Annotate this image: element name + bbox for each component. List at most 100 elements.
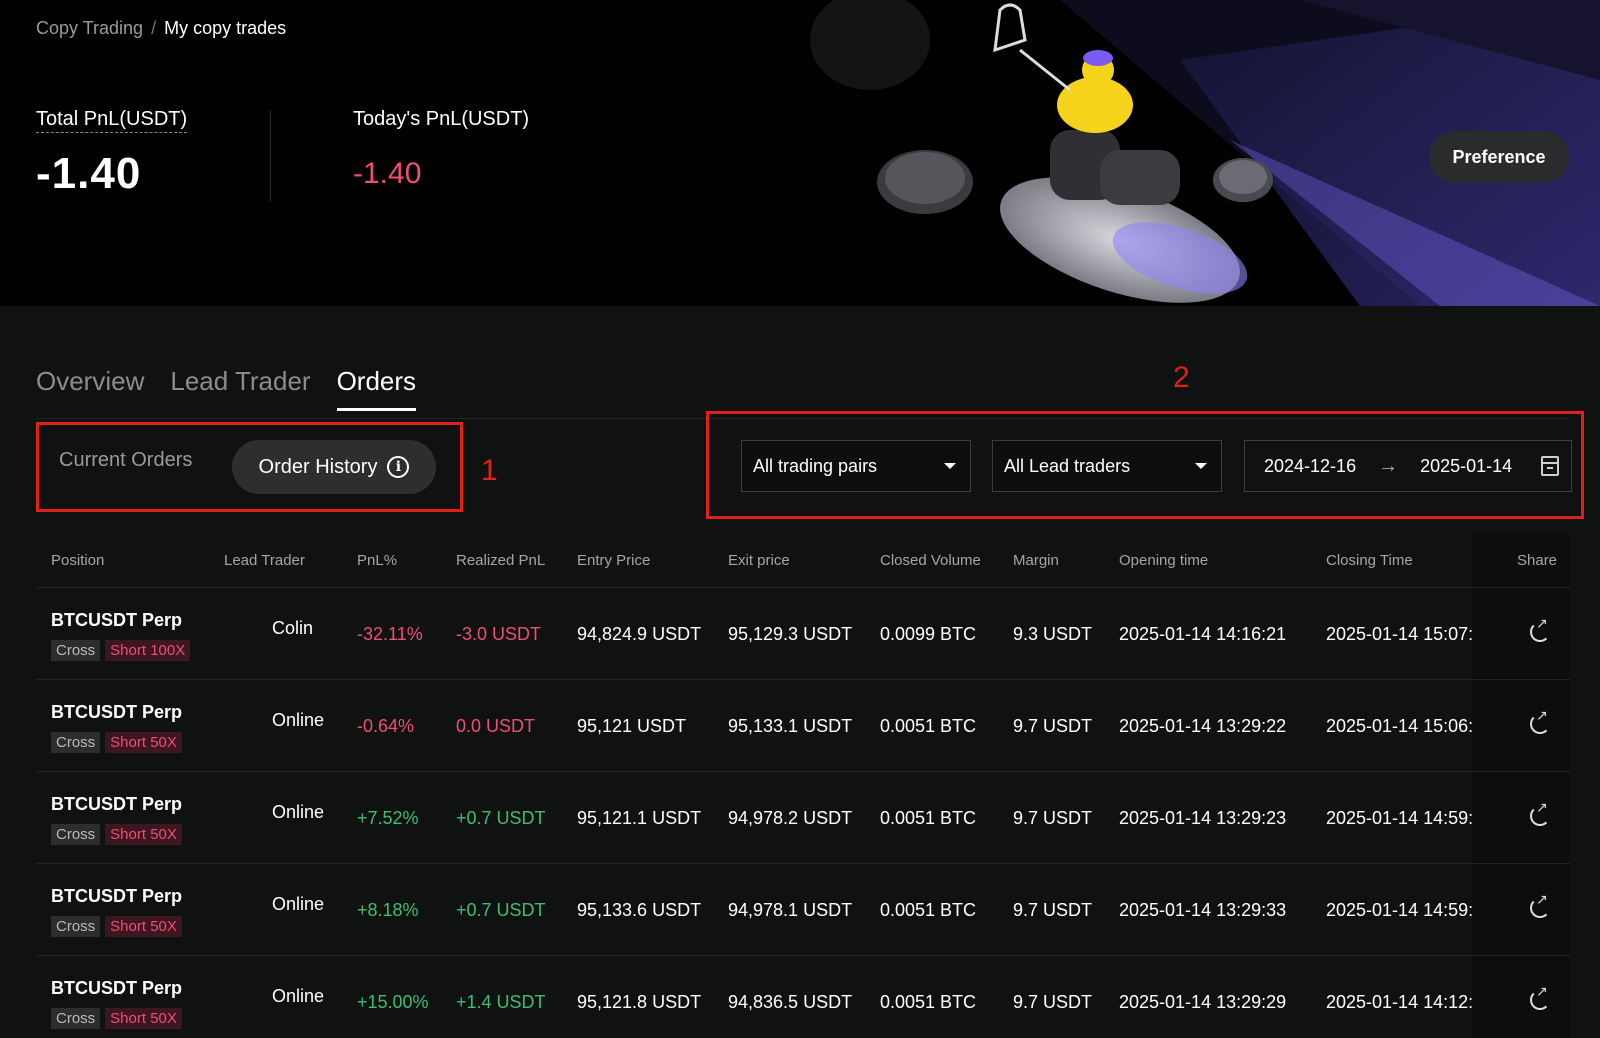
share-icon[interactable] <box>1530 616 1550 642</box>
closed-volume: 0.0051 BTC <box>880 808 977 828</box>
position-name[interactable]: BTCUSDT Perp <box>51 610 182 631</box>
annotation-1: 1 <box>481 454 498 487</box>
lead-trader-name[interactable]: Online <box>272 710 324 731</box>
margin-mode-badge: Cross <box>51 916 101 937</box>
position-name[interactable]: BTCUSDT Perp <box>51 886 182 907</box>
filters-highlight: All trading pairs All Lead traders 2024-… <box>706 411 1584 519</box>
closed-volume: 0.0051 BTC <box>880 900 977 920</box>
header-closing-time: Closing Time <box>1326 552 1413 569</box>
header-exit-price: Exit price <box>728 552 790 569</box>
position-tags: Cross Short 50X <box>51 824 182 845</box>
exit-price: 95,129.3 USDT <box>728 624 853 644</box>
lead-trader-name[interactable]: Online <box>272 986 324 1007</box>
table-row[interactable]: BTCUSDT Perp Cross Short 50X Online +8.1… <box>36 864 1570 956</box>
subtab-order-history[interactable]: Order History i <box>232 440 436 494</box>
lead-traders-select[interactable]: All Lead traders <box>992 440 1222 492</box>
subtab-order-history-label: Order History <box>258 455 378 478</box>
exit-price: 94,836.5 USDT <box>728 992 853 1012</box>
margin: 9.7 USDT <box>1013 992 1093 1012</box>
closed-volume: 0.0099 BTC <box>880 624 977 644</box>
lead-trader-name[interactable]: Colin <box>272 618 313 639</box>
position-name[interactable]: BTCUSDT Perp <box>51 702 182 723</box>
entry-price: 95,121 USDT <box>577 716 687 736</box>
share-icon[interactable] <box>1530 800 1550 826</box>
exit-price: 94,978.1 USDT <box>728 900 853 920</box>
calendar-icon[interactable] <box>1541 456 1559 476</box>
position-tags: Cross Short 50X <box>51 732 182 753</box>
margin-mode-badge: Cross <box>51 824 101 845</box>
trading-pairs-select-value: All trading pairs <box>753 455 878 476</box>
table-row[interactable]: BTCUSDT Perp Cross Short 50X Online -0.6… <box>36 680 1570 772</box>
table-row[interactable]: BTCUSDT Perp Cross Short 100X Colin -32.… <box>36 588 1570 680</box>
breadcrumb: Copy Trading / My copy trades <box>36 18 286 39</box>
today-pnl-value: -1.40 <box>353 157 422 190</box>
share-icon[interactable] <box>1530 708 1550 734</box>
closing-time: 2025-01-14 14:59: <box>1326 900 1474 920</box>
tab-overview[interactable]: Overview <box>36 366 144 411</box>
lead-traders-select-value: All Lead traders <box>1004 455 1131 476</box>
share-icon[interactable] <box>1530 892 1550 918</box>
header-margin: Margin <box>1013 552 1059 569</box>
entry-price: 95,133.6 USDT <box>577 900 702 920</box>
lead-trader-name[interactable]: Online <box>272 894 324 915</box>
closing-time: 2025-01-14 14:12: <box>1326 992 1474 1012</box>
info-icon[interactable]: i <box>387 456 410 478</box>
date-range-picker[interactable]: 2024-12-16 → 2025-01-14 <box>1244 440 1572 492</box>
header-pnl-pct: PnL% <box>357 552 398 569</box>
header-share: Share <box>1517 552 1558 569</box>
subtab-current-orders[interactable]: Current Orders <box>59 449 192 472</box>
entry-price: 94,824.9 USDT <box>577 624 702 644</box>
caret-down-icon <box>1195 463 1207 469</box>
hero-illustration <box>810 0 1600 306</box>
trading-pairs-select[interactable]: All trading pairs <box>741 440 971 492</box>
table-header: Position Lead Trader PnL% Realized PnL E… <box>36 532 1570 588</box>
total-pnl-label[interactable]: Total PnL(USDT) <box>36 108 188 133</box>
tab-orders[interactable]: Orders <box>336 366 417 411</box>
today-pnl: Today's PnL(USDT) -1.40 <box>353 108 529 191</box>
lead-trader-name[interactable]: Online <box>272 802 324 823</box>
closing-time: 2025-01-14 14:59: <box>1326 808 1474 828</box>
tab-lead-trader[interactable]: Lead Trader <box>170 366 310 411</box>
breadcrumb-copy-trading[interactable]: Copy Trading <box>36 18 143 39</box>
opening-time: 2025-01-14 13:29:29 <box>1119 992 1287 1012</box>
header-entry-price: Entry Price <box>577 552 651 569</box>
breadcrumb-separator: / <box>151 18 157 38</box>
position-name[interactable]: BTCUSDT Perp <box>51 978 182 999</box>
position-tags: Cross Short 50X <box>51 916 182 937</box>
date-start[interactable]: 2024-12-16 <box>1264 456 1356 477</box>
pnl-divider <box>270 110 271 202</box>
header-position: Position <box>51 552 105 569</box>
main-tabs: Overview Lead Trader Orders <box>36 366 417 411</box>
exit-price: 94,978.2 USDT <box>728 808 853 828</box>
pnl-percent: +15.00% <box>357 992 429 1012</box>
side-leverage-badge: Short 50X <box>105 916 182 937</box>
opening-time: 2025-01-14 13:29:23 <box>1119 808 1287 828</box>
table-row[interactable]: BTCUSDT Perp Cross Short 50X Online +7.5… <box>36 772 1570 864</box>
realized-pnl: 0.0 USDT <box>456 716 536 736</box>
side-leverage-badge: Short 50X <box>105 824 182 845</box>
side-leverage-badge: Short 100X <box>105 640 191 661</box>
exit-price: 95,133.1 USDT <box>728 716 853 736</box>
date-end[interactable]: 2025-01-14 <box>1420 456 1512 477</box>
position-tags: Cross Short 50X <box>51 1008 182 1029</box>
entry-price: 95,121.1 USDT <box>577 808 702 828</box>
opening-time: 2025-01-14 13:29:22 <box>1119 716 1287 736</box>
share-icon[interactable] <box>1530 984 1550 1010</box>
table-row[interactable]: BTCUSDT Perp Cross Short 50X Online +15.… <box>36 956 1570 1038</box>
pnl-percent: +7.52% <box>357 808 419 828</box>
today-pnl-label: Today's PnL(USDT) <box>353 108 530 130</box>
margin: 9.7 USDT <box>1013 900 1093 920</box>
opening-time: 2025-01-14 13:29:33 <box>1119 900 1287 920</box>
header-closed-volume: Closed Volume <box>880 552 981 569</box>
breadcrumb-current: My copy trades <box>164 18 287 38</box>
total-pnl-value: -1.40 <box>36 149 142 198</box>
caret-down-icon <box>944 463 956 469</box>
closing-time: 2025-01-14 15:07: <box>1326 624 1474 644</box>
position-name[interactable]: BTCUSDT Perp <box>51 794 182 815</box>
margin-mode-badge: Cross <box>51 732 101 753</box>
closing-time: 2025-01-14 15:06: <box>1326 716 1474 736</box>
realized-pnl: +1.4 USDT <box>456 992 546 1012</box>
preference-button[interactable]: Preference <box>1429 131 1569 183</box>
realized-pnl: +0.7 USDT <box>456 808 546 828</box>
realized-pnl: +0.7 USDT <box>456 900 546 920</box>
